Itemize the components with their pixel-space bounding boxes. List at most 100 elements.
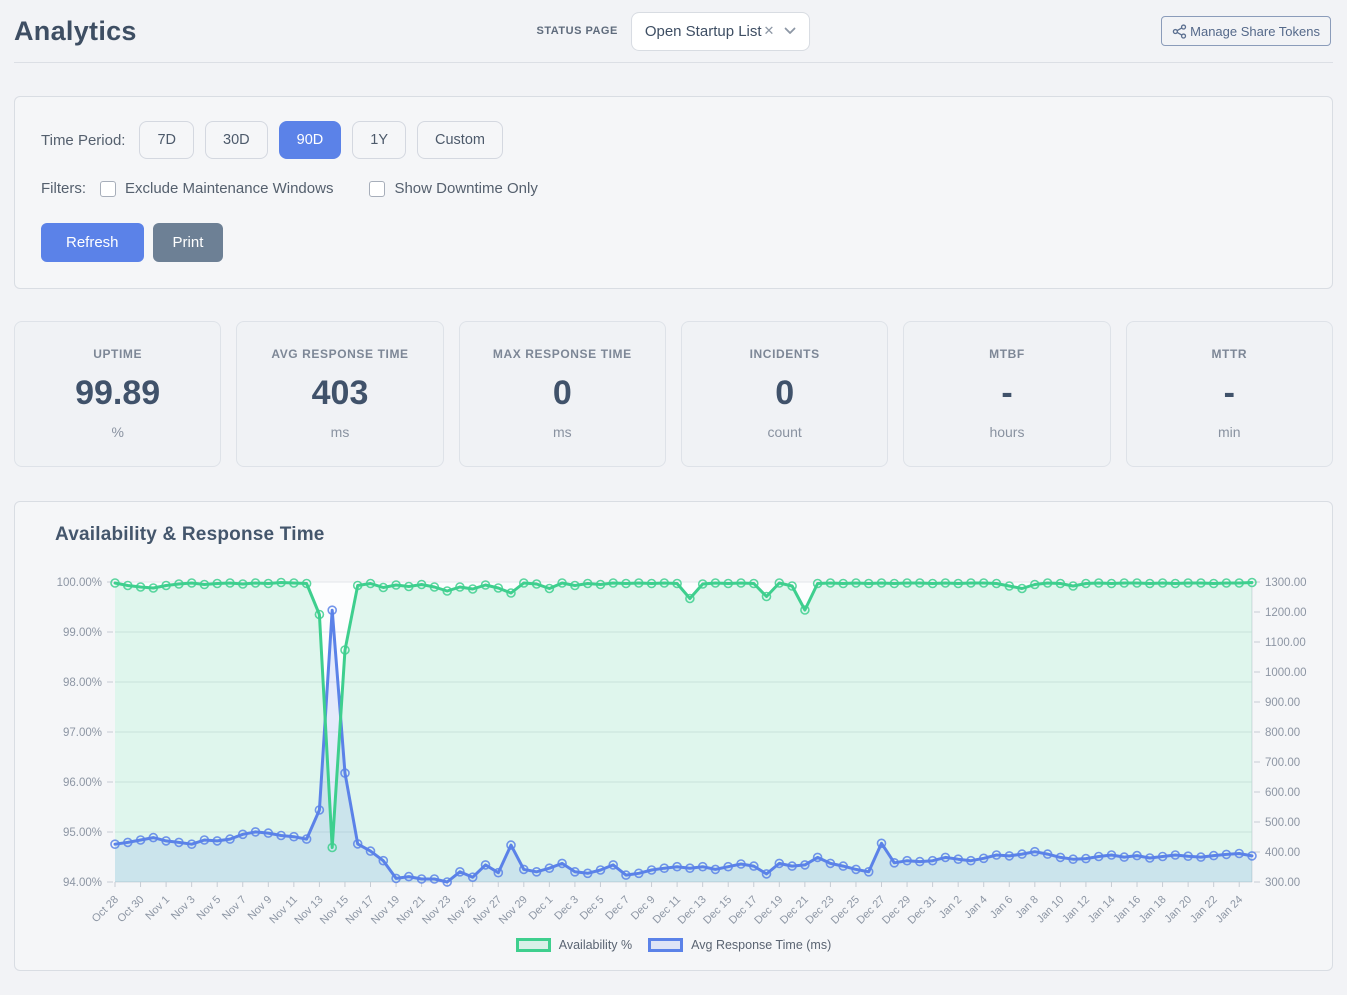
status-page-label: STATUS PAGE [537, 25, 618, 37]
time-period-button-1y[interactable]: 1Y [352, 121, 406, 159]
svg-text:Jan 10: Jan 10 [1035, 894, 1067, 926]
legend-swatch [516, 938, 551, 952]
svg-text:1000.00: 1000.00 [1265, 667, 1307, 679]
svg-text:98.00%: 98.00% [63, 677, 102, 689]
checkbox[interactable] [100, 181, 116, 197]
svg-text:Nov 5: Nov 5 [195, 894, 224, 923]
stat-card-uptime: UPTIME 99.89% [14, 321, 221, 467]
chevron-down-icon [784, 27, 796, 35]
time-period-button-7d[interactable]: 7D [139, 121, 194, 159]
stat-label: UPTIME [21, 347, 214, 361]
time-period-label: Time Period: [41, 132, 125, 149]
stat-unit: min [1133, 424, 1326, 440]
manage-share-tokens-button[interactable]: Manage Share Tokens [1161, 16, 1331, 46]
svg-text:Jan 14: Jan 14 [1086, 894, 1118, 926]
time-period-button-90d[interactable]: 90D [279, 121, 342, 159]
svg-text:Dec 5: Dec 5 [578, 894, 607, 923]
legend-item[interactable]: Avg Response Time (ms) [648, 938, 831, 952]
manage-share-tokens-label: Manage Share Tokens [1190, 24, 1320, 39]
stat-card-incidents: INCIDENTS 0 count [681, 321, 888, 467]
svg-text:Dec 1: Dec 1 [527, 894, 556, 923]
stat-unit: ms [466, 424, 659, 440]
svg-text:100.00%: 100.00% [57, 577, 102, 589]
stat-value: - [1133, 374, 1326, 413]
svg-text:Dec 7: Dec 7 [603, 894, 632, 923]
svg-text:97.00%: 97.00% [63, 727, 102, 739]
svg-text:600.00: 600.00 [1265, 787, 1300, 799]
svg-text:800.00: 800.00 [1265, 727, 1300, 739]
stat-label: AVG RESPONSE TIME [243, 347, 436, 361]
stat-label: MTTR [1133, 347, 1326, 361]
svg-text:95.00%: 95.00% [63, 827, 102, 839]
filters-label: Filters: [41, 180, 86, 197]
time-period-button-30d[interactable]: 30D [205, 121, 268, 159]
svg-text:1100.00: 1100.00 [1265, 637, 1306, 649]
clear-selection-icon[interactable]: ✕ [764, 23, 775, 39]
stat-label: INCIDENTS [688, 347, 881, 361]
svg-text:94.00%: 94.00% [63, 877, 102, 889]
stat-unit: ms [243, 424, 436, 440]
stat-value: 0 [688, 374, 881, 413]
svg-text:Oct 30: Oct 30 [115, 894, 146, 925]
svg-text:96.00%: 96.00% [63, 777, 102, 789]
legend-label: Availability % [559, 938, 632, 952]
stat-value: 0 [466, 374, 659, 413]
svg-text:Jan 12: Jan 12 [1060, 894, 1092, 926]
stat-unit: count [688, 424, 881, 440]
print-button[interactable]: Print [153, 223, 224, 262]
time-period-group: 7D 30D 90D 1Y Custom [139, 121, 502, 159]
filter-checkboxes: Exclude Maintenance Windows Show Downtime… [100, 180, 538, 197]
svg-text:Oct 28: Oct 28 [90, 894, 121, 925]
svg-text:Jan 2: Jan 2 [937, 894, 965, 922]
filter-panel: Time Period: 7D 30D 90D 1Y Custom Filters: E… [14, 96, 1333, 289]
header: Analytics STATUS PAGE Open Startup List … [0, 0, 1347, 62]
svg-text:Jan 18: Jan 18 [1137, 894, 1169, 926]
svg-text:Jan 16: Jan 16 [1111, 894, 1143, 926]
page-title: Analytics [14, 16, 137, 47]
chart-panel: Availability & Response Time 94.00% 95.00… [14, 501, 1333, 971]
svg-text:Jan 24: Jan 24 [1214, 894, 1246, 926]
svg-text:Jan 4: Jan 4 [962, 894, 990, 922]
svg-text:Nov 29: Nov 29 [497, 894, 530, 927]
svg-text:Jan 6: Jan 6 [988, 894, 1016, 922]
stat-label: MTBF [910, 347, 1103, 361]
filter-checkbox-item[interactable]: Exclude Maintenance Windows [100, 180, 333, 197]
legend-item[interactable]: Availability % [516, 938, 632, 952]
share-icon [1172, 24, 1187, 39]
svg-text:400.00: 400.00 [1265, 847, 1300, 859]
status-page-select[interactable]: Open Startup List ✕ [631, 12, 811, 51]
svg-text:300.00: 300.00 [1265, 877, 1300, 889]
stat-card-mttr: MTTR - min [1126, 321, 1333, 467]
stat-unit: % [21, 424, 214, 440]
chart-title: Availability & Response Time [55, 524, 1306, 546]
stat-card-max-response-time: MAX RESPONSE TIME 0 ms [459, 321, 666, 467]
stats-row: UPTIME99.89%AVG RESPONSE TIME403msMAX RE… [14, 321, 1333, 467]
stat-value: 403 [243, 374, 436, 413]
legend-swatch [648, 938, 683, 952]
stat-unit: hours [910, 424, 1103, 440]
time-period-button-custom[interactable]: Custom [417, 121, 503, 159]
svg-text:Nov 3: Nov 3 [169, 894, 198, 923]
analytics-page: Analytics STATUS PAGE Open Startup List … [0, 0, 1347, 995]
stat-card-avg-response-time: AVG RESPONSE TIME 403 ms [236, 321, 443, 467]
svg-text:Nov 7: Nov 7 [220, 894, 249, 923]
svg-text:Dec 31: Dec 31 [906, 894, 939, 927]
filter-checkbox-item[interactable]: Show Downtime Only [369, 180, 537, 197]
stat-label: MAX RESPONSE TIME [466, 347, 659, 361]
svg-text:99.00%: 99.00% [63, 627, 102, 639]
svg-text:900.00: 900.00 [1265, 697, 1300, 709]
svg-text:Dec 3: Dec 3 [552, 894, 581, 923]
svg-text:Nov 1: Nov 1 [143, 894, 172, 923]
chart-legend: Availability % Avg Response Time (ms) [41, 938, 1306, 958]
checkbox-label: Exclude Maintenance Windows [125, 180, 333, 197]
legend-label: Avg Response Time (ms) [691, 938, 831, 952]
svg-text:1200.00: 1200.00 [1265, 607, 1307, 619]
svg-text:Jan 20: Jan 20 [1162, 894, 1194, 926]
svg-text:700.00: 700.00 [1265, 757, 1300, 769]
refresh-button[interactable]: Refresh [41, 223, 144, 262]
availability-chart-svg: 94.00% 95.00% 96.00% 97.00% 98.00% 99.00% 100.… [41, 560, 1308, 936]
stat-value: 99.89 [21, 374, 214, 413]
status-page-selector: STATUS PAGE Open Startup List ✕ [537, 12, 811, 51]
checkbox[interactable] [369, 181, 385, 197]
status-page-selected-value: Open Startup List [645, 23, 762, 40]
